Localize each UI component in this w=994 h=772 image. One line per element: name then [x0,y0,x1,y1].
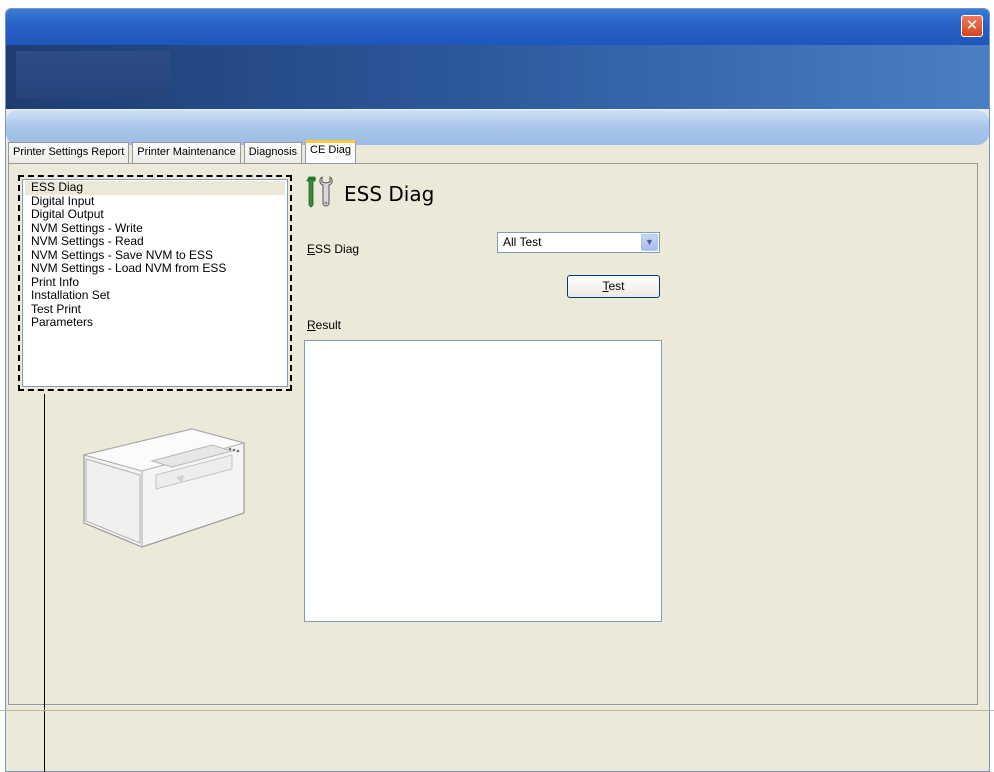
test-button[interactable]: Test [567,275,660,298]
tab-printer-maintenance[interactable]: Printer Maintenance [132,142,241,163]
result-label-mnemonic: R [307,318,316,332]
menu-item-ess-diag[interactable]: ESS Diag [25,181,285,195]
ess-diag-label: ESS Diag [307,242,359,256]
tools-icon [306,175,334,212]
result-label-text: esult [315,318,342,332]
callout-leader-line [44,394,45,772]
title-bar[interactable]: ✕ [6,9,989,45]
menu-item-nvm-write[interactable]: NVM Settings - Write [25,221,285,236]
menu-item-nvm-save-to-ess[interactable]: NVM Settings - Save NVM to ESS [25,248,285,263]
status-divider [0,710,994,711]
menu-item-installation-set[interactable]: Installation Set [25,289,285,303]
header-banner [6,45,989,109]
page-title: ESS Diag [344,181,435,206]
tab-ce-diag[interactable]: CE Diag [305,140,357,163]
ess-diag-select[interactable]: All Test ▼ [497,232,660,253]
panel-header: ESS Diag [306,175,434,212]
tab-printer-settings-report[interactable]: Printer Settings Report [8,142,130,163]
tab-diagnosis[interactable]: Diagnosis [243,142,303,163]
result-textarea[interactable] [304,340,662,622]
ess-diag-label-text: SS Diag [315,242,360,256]
result-label: Result [307,318,341,332]
menu-item-parameters[interactable]: Parameters [25,316,285,330]
chevron-down-icon[interactable]: ▼ [641,234,658,251]
printer-image [72,415,252,558]
menu-item-digital-output[interactable]: Digital Output [25,208,285,222]
menu-item-nvm-load-from-ess[interactable]: NVM Settings - Load NVM from ESS [25,262,285,276]
tab-strip: Printer Settings Report Printer Maintena… [8,140,359,163]
test-button-label: est [608,279,625,293]
ess-diag-select-value: All Test [503,235,542,249]
diag-menu-list[interactable]: ESS Diag Digital Input Digital Output NV… [22,179,288,387]
menu-item-print-info[interactable]: Print Info [25,275,285,290]
menu-callout-frame: ESS Diag Digital Input Digital Output NV… [18,175,292,391]
close-icon: ✕ [965,16,979,34]
ess-diag-label-mnemonic: E [307,242,316,256]
banner-logo [16,51,170,99]
menu-item-digital-input[interactable]: Digital Input [25,194,285,209]
menu-item-test-print[interactable]: Test Print [25,302,285,317]
menu-item-nvm-read[interactable]: NVM Settings - Read [25,235,285,249]
close-button[interactable]: ✕ [961,15,983,37]
